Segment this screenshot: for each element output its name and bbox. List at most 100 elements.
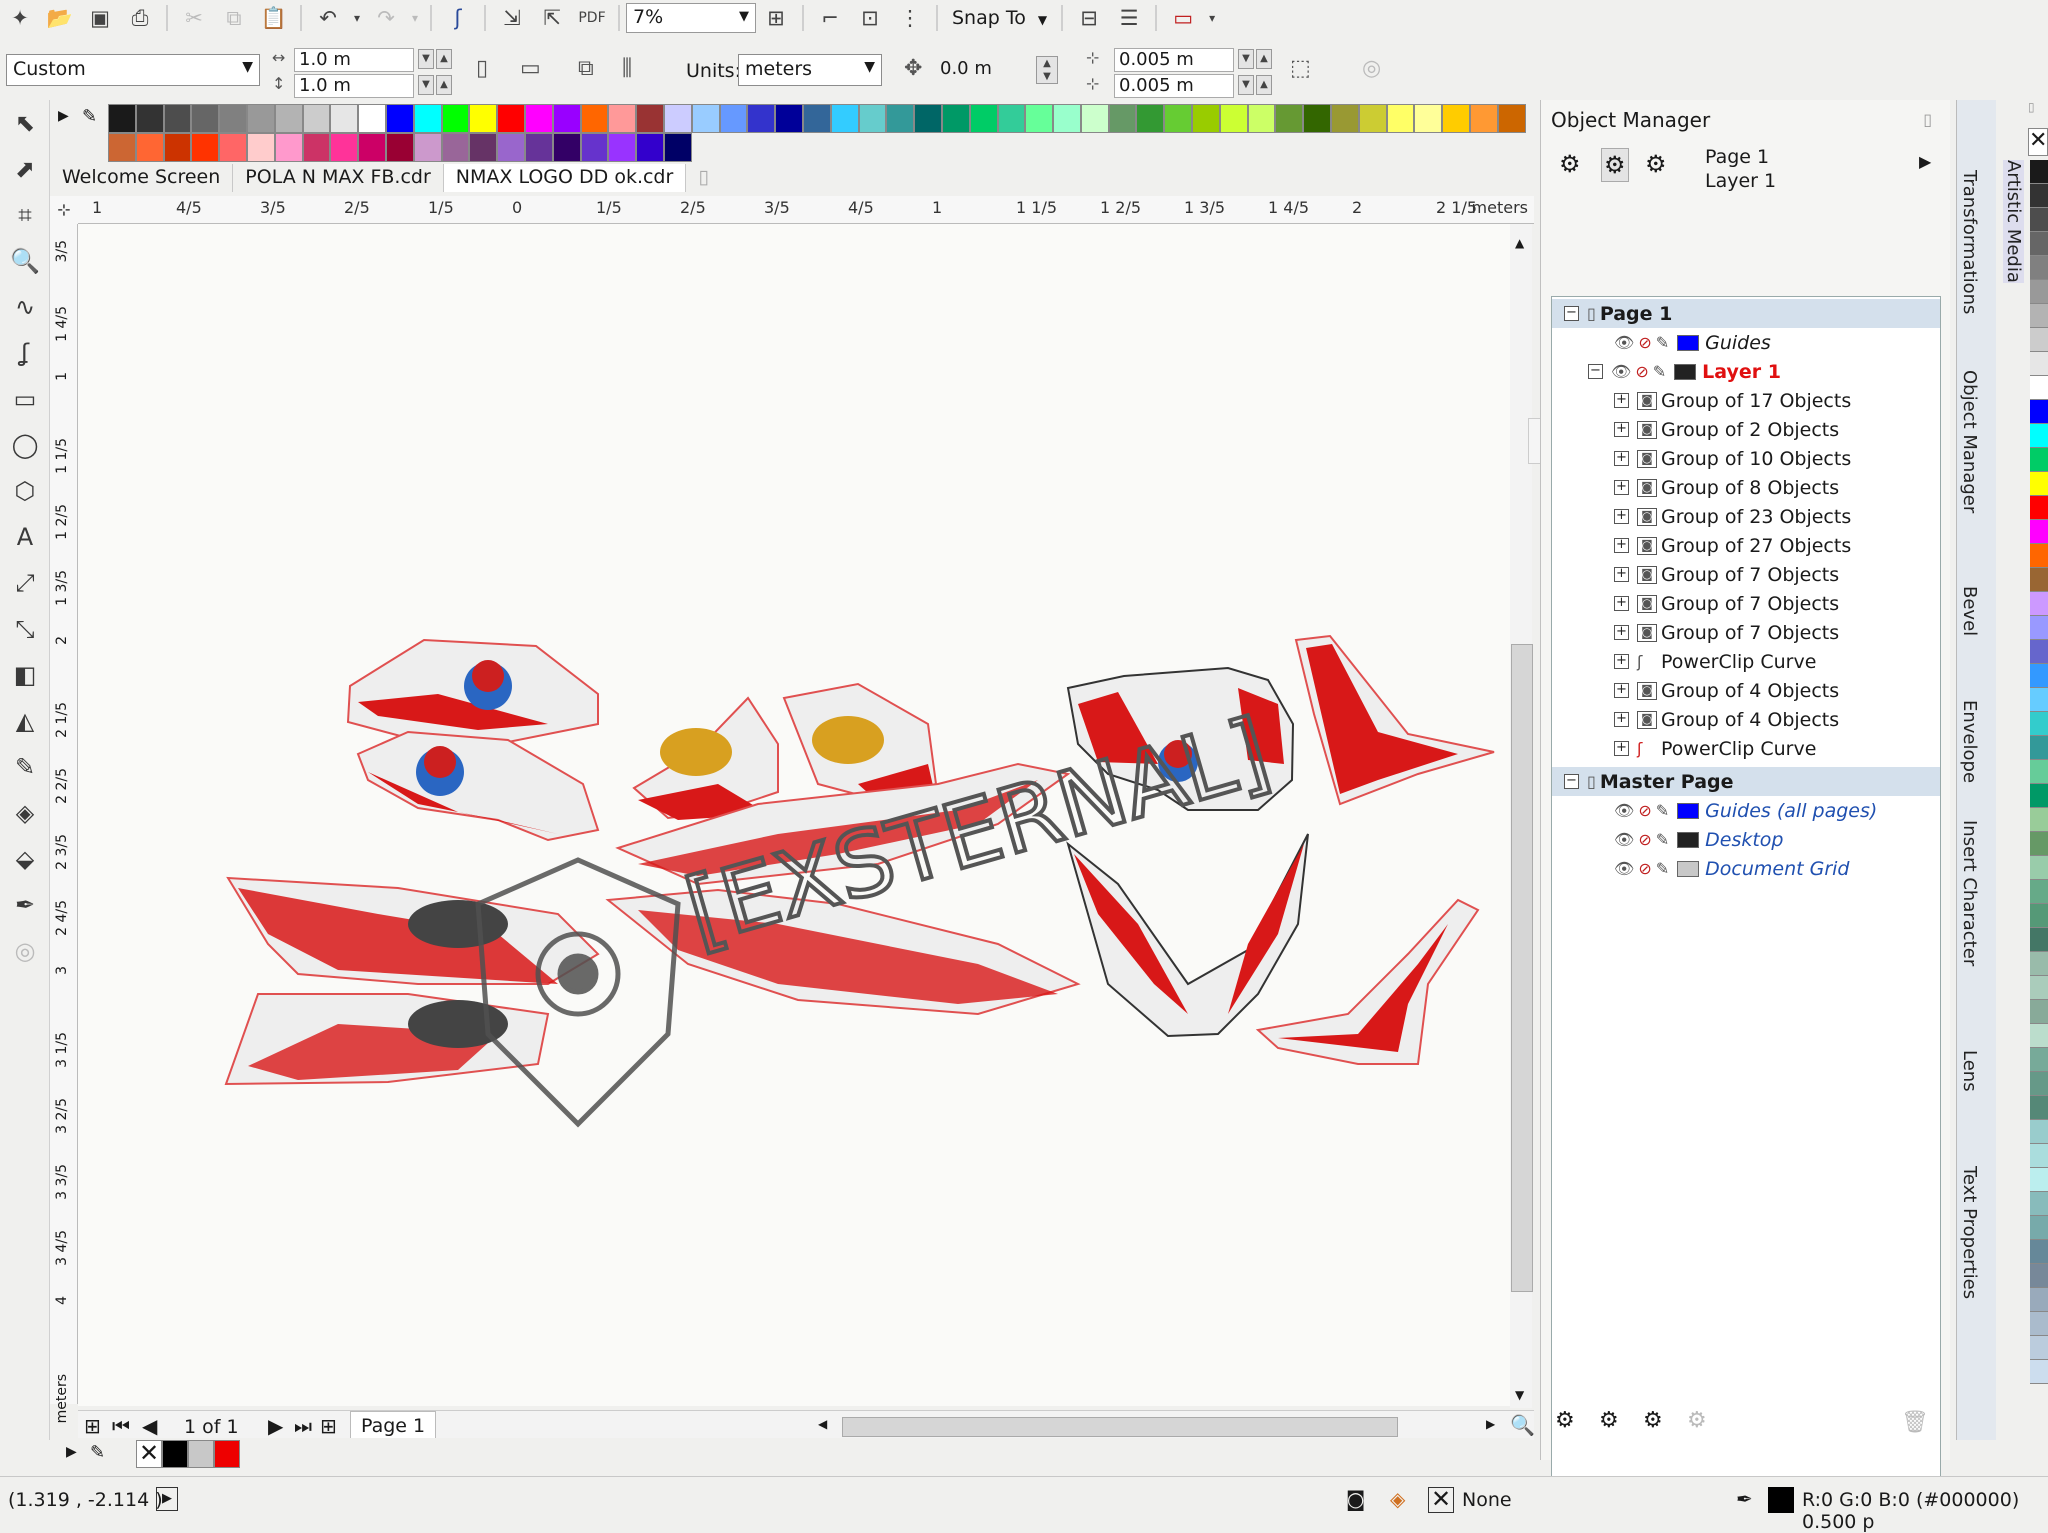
palette-options-icon[interactable]: ▯ xyxy=(2028,100,2048,128)
color-swatch[interactable] xyxy=(2030,304,2048,328)
color-swatch[interactable] xyxy=(691,104,720,133)
color-swatch[interactable] xyxy=(441,104,470,133)
layer-color-swatch[interactable] xyxy=(1677,802,1700,819)
zoom-tool-icon[interactable]: 🔍 xyxy=(0,238,50,284)
color-swatch[interactable] xyxy=(2030,496,2048,520)
color-swatch[interactable] xyxy=(2030,1096,2048,1120)
layer-manager-view-icon[interactable]: ⚙ xyxy=(1645,150,1667,178)
quick-customize-icon[interactable]: ◎ xyxy=(1362,56,1381,81)
eyedropper-tool-icon[interactable]: ✎ xyxy=(0,744,50,790)
scroll-up-icon[interactable]: ▲ xyxy=(1515,236,1524,250)
quick-customize-icon[interactable]: ◎ xyxy=(0,928,50,974)
color-swatch[interactable] xyxy=(2030,1120,2048,1144)
transparency-tool-icon[interactable]: ◭ xyxy=(0,698,50,744)
crop-tool-icon[interactable]: ⌗ xyxy=(0,192,50,238)
expand-icon[interactable]: + xyxy=(1614,538,1629,553)
color-swatch[interactable] xyxy=(358,133,386,162)
color-swatch[interactable] xyxy=(775,104,803,133)
layer-color-swatch[interactable] xyxy=(1674,363,1697,380)
printable-icon[interactable]: ⊘ xyxy=(1638,333,1651,352)
editable-pencil-icon[interactable]: ✎ xyxy=(1656,333,1669,352)
color-swatch[interactable] xyxy=(1358,104,1387,133)
no-color-swatch[interactable]: ✕ xyxy=(2028,128,2048,156)
color-swatch[interactable] xyxy=(580,104,609,133)
layer-color-swatch[interactable] xyxy=(1677,860,1700,877)
expand-icon[interactable]: + xyxy=(1614,393,1629,408)
color-swatch[interactable] xyxy=(2030,1312,2048,1336)
color-swatch[interactable] xyxy=(191,104,220,133)
printable-icon[interactable]: ⊘ xyxy=(1638,859,1651,878)
expand-icon[interactable]: + xyxy=(1614,567,1629,582)
object-row[interactable]: + ◙ Group of 7 Objects xyxy=(1552,618,1940,647)
undo-dropdown-icon[interactable]: ▾ xyxy=(348,2,366,34)
object-row[interactable]: + ◙ Group of 8 Objects xyxy=(1552,473,1940,502)
printable-icon[interactable]: ⊘ xyxy=(1638,830,1651,849)
color-proofing-icon[interactable]: ◙ xyxy=(1346,1487,1365,1511)
gray-swatch[interactable] xyxy=(188,1440,214,1468)
zoom-navigator-icon[interactable]: 🔍 xyxy=(1510,1413,1535,1437)
horizontal-ruler[interactable]: meters 1 4/5 3/5 2/5 1/5 0 1/5 2/5 3/5 4/5 1 1 1/5 1… xyxy=(78,196,1534,224)
full-screen-preview-icon[interactable]: ⊞ xyxy=(756,2,796,34)
color-swatch[interactable] xyxy=(914,104,942,133)
color-swatch[interactable] xyxy=(2030,1240,2048,1264)
collapse-icon[interactable]: − xyxy=(1564,306,1579,321)
current-page-icon[interactable]: ⫼ xyxy=(622,56,632,81)
color-swatch[interactable] xyxy=(2030,1288,2048,1312)
color-swatch[interactable] xyxy=(302,133,331,162)
color-swatch[interactable] xyxy=(219,104,247,133)
delete-icon[interactable]: 🗑 xyxy=(1901,1410,1929,1435)
black-swatch[interactable] xyxy=(162,1440,188,1468)
last-page-icon[interactable]: ⏭ xyxy=(294,1414,312,1438)
dup-y-spin-down[interactable]: ▼ xyxy=(1238,75,1254,95)
interactive-fill-tool-icon[interactable]: ◈ xyxy=(0,790,50,836)
color-swatch[interactable] xyxy=(580,133,609,162)
layer-row[interactable]: 👁 ⊘ ✎ Guides (all pages) xyxy=(1552,796,1940,825)
search-content-icon[interactable]: ʃ xyxy=(438,2,478,34)
add-page-after-icon[interactable]: ⊞ xyxy=(320,1414,337,1438)
visibility-eye-icon[interactable]: 👁 xyxy=(1614,333,1634,352)
open-icon[interactable]: 📂 xyxy=(40,2,80,34)
object-row[interactable]: + ◙ Group of 17 Objects xyxy=(1552,386,1940,415)
object-row[interactable]: + ◙ Group of 23 Objects xyxy=(1552,502,1940,531)
editable-pencil-icon[interactable]: ✎ xyxy=(1653,362,1666,381)
color-swatch[interactable] xyxy=(163,133,192,162)
dup-y-spin-up[interactable]: ▲ xyxy=(1256,75,1272,95)
color-swatch[interactable] xyxy=(858,104,887,133)
color-swatch[interactable] xyxy=(1331,104,1359,133)
color-swatch[interactable] xyxy=(636,104,664,133)
color-swatch[interactable] xyxy=(497,104,525,133)
color-swatch[interactable] xyxy=(2030,448,2048,472)
color-swatch[interactable] xyxy=(2030,1048,2048,1072)
expand-icon[interactable]: + xyxy=(1614,712,1629,727)
color-swatch[interactable] xyxy=(2030,1000,2048,1024)
color-swatch[interactable] xyxy=(1025,104,1054,133)
import-icon[interactable]: ⇲ xyxy=(492,2,532,34)
layer-color-swatch[interactable] xyxy=(1677,831,1700,848)
color-swatch[interactable] xyxy=(358,104,386,133)
freehand-tool-icon[interactable]: ∿ xyxy=(0,284,50,330)
color-swatch[interactable] xyxy=(2030,520,2048,544)
tab-welcome-screen[interactable]: Welcome Screen xyxy=(50,164,234,192)
color-swatch[interactable] xyxy=(2030,832,2048,856)
expand-icon[interactable]: + xyxy=(1614,422,1629,437)
editable-pencil-icon[interactable]: ✎ xyxy=(1656,859,1669,878)
portrait-icon[interactable]: ▯ xyxy=(476,56,488,81)
nudge-field[interactable]: 0.0 m xyxy=(936,58,1030,82)
expand-icon[interactable]: + xyxy=(1614,480,1629,495)
color-swatch[interactable] xyxy=(2030,928,2048,952)
color-swatch[interactable] xyxy=(2030,1072,2048,1096)
color-swatch[interactable] xyxy=(969,104,998,133)
docker-tab[interactable]: Text Properties xyxy=(1959,1166,1980,1299)
color-swatch[interactable] xyxy=(2030,568,2048,592)
smart-fill-tool-icon[interactable]: ⬙ xyxy=(0,836,50,882)
color-swatch[interactable] xyxy=(2030,400,2048,424)
palette-scroll-icon[interactable]: ▶ xyxy=(66,1444,77,1460)
color-swatch[interactable] xyxy=(1164,104,1193,133)
snap-to-dropdown[interactable]: Snap To ▼ xyxy=(944,7,1055,29)
layer-row[interactable]: 👁 ⊘ ✎ Guides xyxy=(1552,328,1940,357)
visibility-eye-icon[interactable]: 👁 xyxy=(1614,801,1634,820)
color-swatch[interactable] xyxy=(2030,688,2048,712)
color-swatch[interactable] xyxy=(2030,352,2048,376)
scroll-right-icon[interactable]: ▶ xyxy=(1486,1417,1495,1431)
expand-icon[interactable]: + xyxy=(1614,741,1629,756)
